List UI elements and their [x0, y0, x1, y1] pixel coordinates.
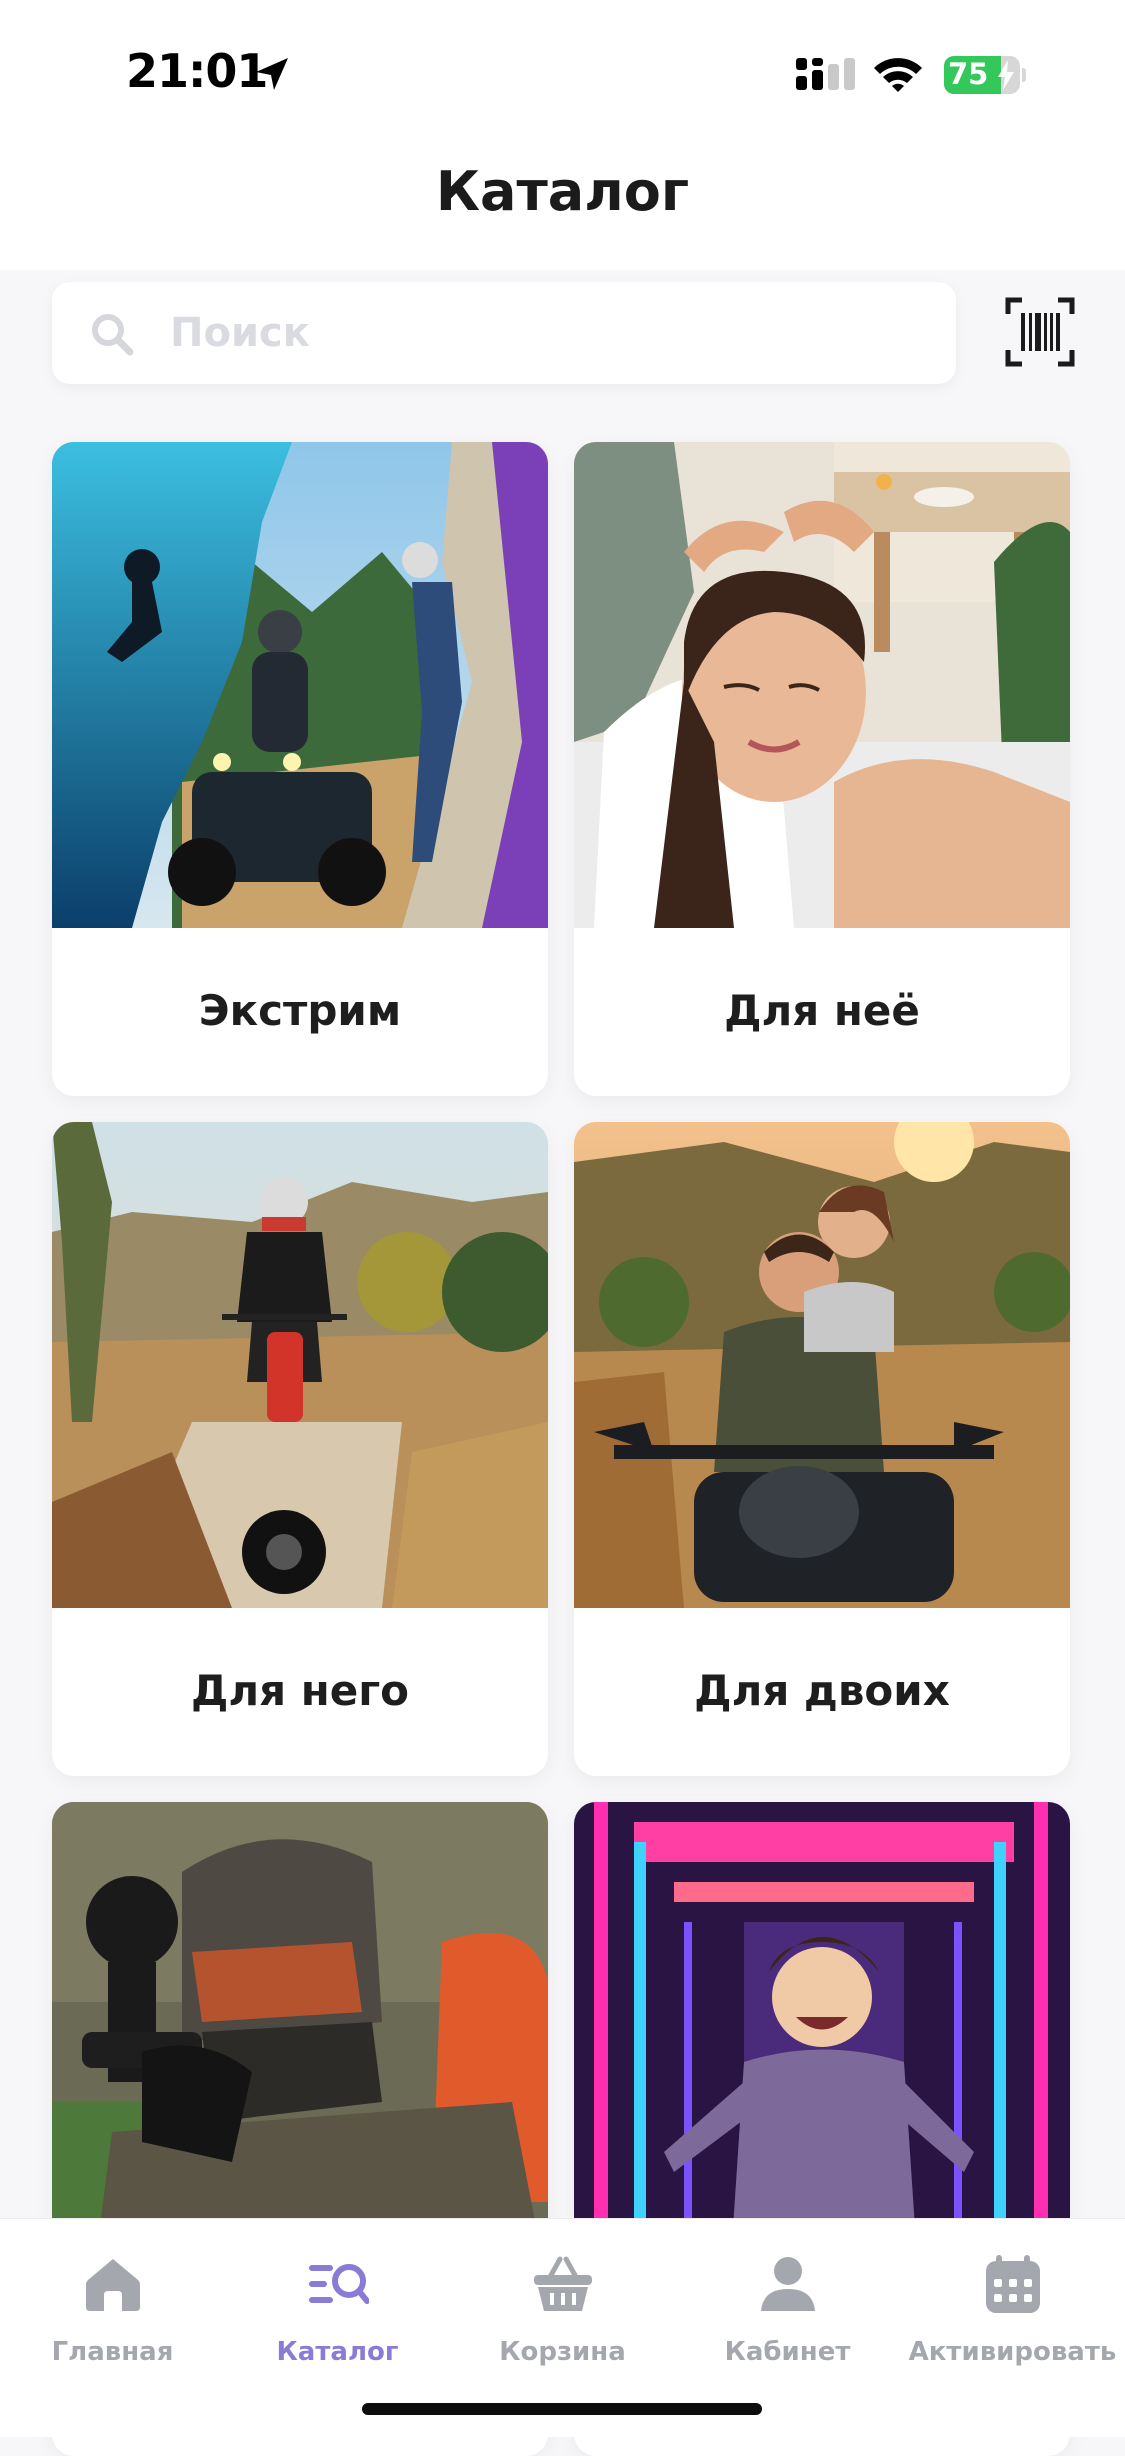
tab-home[interactable]: Главная [0, 2245, 225, 2375]
tab-bar: Главная Каталог Корзина Кабинет Активиро… [0, 2218, 1125, 2437]
cellular-signal-icon [796, 58, 855, 90]
couple-on-atv-image [574, 1122, 1070, 1608]
barcode-scan-icon [1005, 297, 1075, 367]
tab-activate[interactable]: Активировать [900, 2245, 1125, 2375]
basket-icon [534, 2256, 592, 2311]
catalog-search-icon [309, 2264, 369, 2304]
catalog-card-label: Для неё [724, 986, 920, 1035]
calendar-icon [986, 2255, 1040, 2313]
catalog-card-label: Для него [190, 1666, 410, 1715]
paintball-player-image [52, 1802, 548, 2288]
search-area [0, 270, 1125, 410]
tab-catalog[interactable]: Каталог [225, 2245, 450, 2375]
catalog-card-label: Экстрим [198, 986, 402, 1035]
catalog-card-for-two[interactable]: Для двоих [574, 1122, 1070, 1776]
extreme-sports-collage-image [52, 442, 548, 928]
catalog-card-for-him[interactable]: Для него [52, 1122, 548, 1776]
man-on-dirt-bike-image [52, 1122, 548, 1608]
battery-indicator: 75 [944, 56, 1026, 94]
catalog-card-label: Для двоих [694, 1666, 950, 1715]
search-box[interactable] [52, 282, 956, 384]
tab-label: Активировать [908, 2337, 1117, 2367]
charging-bolt-icon [998, 60, 1014, 90]
user-icon [761, 2257, 815, 2311]
catalog-card-for-her[interactable]: Для неё [574, 442, 1070, 1096]
page-title: Каталог [435, 160, 690, 223]
tab-profile[interactable]: Кабинет [675, 2245, 900, 2375]
location-arrow-icon [256, 58, 288, 90]
barcode-scan-button[interactable] [1004, 296, 1076, 368]
search-input[interactable] [170, 302, 910, 364]
catalog-card-extreme[interactable]: Экстрим [52, 442, 548, 1096]
status-bar: 21:01 75 [0, 0, 1125, 140]
child-in-neon-arcade-image [574, 1802, 1070, 2288]
wifi-icon [874, 58, 922, 92]
tab-cart[interactable]: Корзина [450, 2245, 675, 2375]
search-icon [92, 314, 134, 356]
woman-spa-massage-image [574, 442, 1070, 928]
header: Каталог [0, 140, 1125, 270]
battery-percent: 75 [948, 57, 989, 91]
status-time: 21:01 [126, 44, 268, 98]
home-icon [86, 2259, 140, 2311]
home-indicator [362, 2403, 762, 2415]
